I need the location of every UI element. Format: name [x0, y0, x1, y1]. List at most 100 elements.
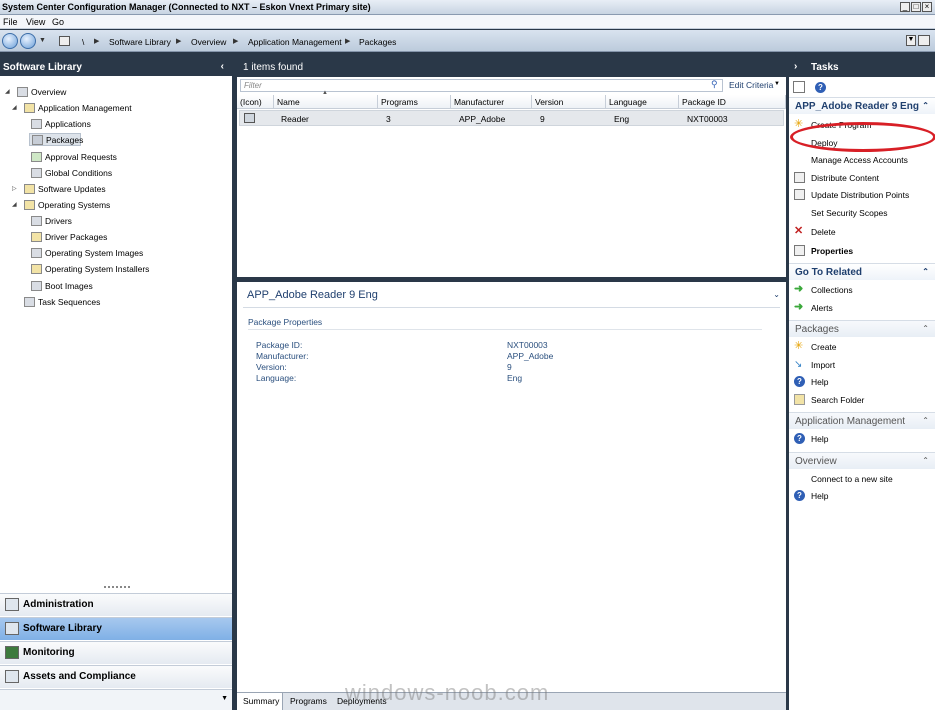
tab-summary[interactable]: Summary	[237, 693, 283, 710]
history-dropdown-icon[interactable]: ▼	[39, 37, 46, 44]
table-row[interactable]: Reader 3 APP_Adobe 9 Eng NXT00003	[239, 110, 784, 126]
action-set-security-scopes[interactable]: Set Security Scopes	[811, 208, 888, 218]
monitoring-icon	[5, 646, 19, 659]
folder-icon	[24, 103, 35, 113]
section-packages[interactable]: Packages ⌃	[789, 320, 935, 337]
menu-file[interactable]: File	[3, 17, 18, 27]
action-collections[interactable]: Collections	[811, 285, 853, 295]
list-header: 1 items found	[237, 58, 786, 76]
filter-input[interactable]: Filter	[240, 79, 723, 92]
column-header-manufacturer[interactable]: Manufacturer	[451, 95, 532, 109]
update-dp-icon	[794, 189, 805, 200]
collapse-section-icon[interactable]: ⌃	[922, 416, 929, 425]
title-bar: System Center Configuration Manager (Con…	[0, 0, 935, 15]
tasks-pane: ? APP_Adobe Reader 9 Eng ⌃ ✳ Create Prog…	[789, 77, 935, 710]
action-search-folder[interactable]: Search Folder	[811, 395, 864, 405]
action-distribute-content[interactable]: Distribute Content	[811, 173, 879, 183]
breadcrumb-packages[interactable]: Packages	[359, 37, 396, 47]
workspace-assets-and-compliance[interactable]: Assets and Compliance	[0, 665, 232, 688]
collapse-section-icon[interactable]: ⌃	[922, 101, 929, 110]
section-go-to-related[interactable]: Go To Related ⌃	[789, 263, 935, 280]
prop-value-package-id: NXT00003	[507, 340, 548, 350]
expand-icon[interactable]: ◢	[12, 104, 17, 111]
breadcrumb-root[interactable]: \	[82, 37, 84, 47]
column-header-language[interactable]: Language	[606, 95, 679, 109]
application-icon	[31, 119, 42, 129]
action-connect-to-new-site[interactable]: Connect to a new site	[811, 474, 893, 484]
action-help[interactable]: Help	[811, 377, 828, 387]
action-delete[interactable]: Delete	[811, 227, 836, 237]
expand-tasks-icon[interactable]: ›	[794, 61, 797, 72]
section-overview[interactable]: Overview ⌃	[789, 452, 935, 469]
address-dropdown-icon[interactable]: ▼	[906, 35, 916, 46]
tab-programs[interactable]: Programs	[290, 696, 327, 706]
workspace-administration[interactable]: Administration	[0, 593, 232, 616]
help-icon[interactable]: ?	[815, 82, 826, 93]
collapse-section-icon[interactable]: ⌃	[922, 324, 929, 333]
prop-label-package-id: Package ID:	[256, 340, 303, 350]
action-import[interactable]: Import	[811, 360, 835, 370]
action-help[interactable]: Help	[811, 434, 828, 444]
navigation-pane-header: Software Library ‹	[0, 58, 232, 76]
column-header-version[interactable]: Version	[532, 95, 606, 109]
close-button[interactable]: ×	[922, 2, 932, 12]
details-pane: APP_Adobe Reader 9 Eng ⌄ Package Propert…	[237, 282, 786, 692]
distribute-content-icon	[794, 172, 805, 183]
edit-criteria-button[interactable]: Edit Criteria	[729, 80, 773, 90]
pane-resize-grip[interactable]	[104, 586, 130, 590]
prop-label-version: Version:	[256, 362, 287, 372]
action-create[interactable]: Create	[811, 342, 837, 352]
edit-criteria-dropdown-icon[interactable]: ▼	[774, 81, 780, 87]
search-folder-icon	[794, 394, 805, 405]
collapse-pane-icon[interactable]: ‹	[221, 61, 224, 72]
action-alerts[interactable]: Alerts	[811, 303, 833, 313]
highlight-ellipse	[790, 122, 935, 152]
task-list-icon[interactable]	[793, 81, 805, 93]
os-image-icon	[31, 248, 42, 258]
section-title: APP_Adobe Reader 9 Eng	[795, 101, 919, 112]
workspace-label: Administration	[23, 599, 94, 610]
column-header-icon[interactable]: (Icon)	[237, 95, 274, 109]
forward-button[interactable]	[20, 33, 36, 49]
column-header-package-id[interactable]: Package ID	[679, 95, 786, 109]
section-application-management[interactable]: Application Management ⌃	[789, 412, 935, 429]
cell-version: 9	[540, 114, 545, 124]
menu-go[interactable]: Go	[52, 17, 64, 27]
console-root-icon	[59, 36, 70, 46]
collapse-section-icon[interactable]: ⌃	[922, 456, 929, 465]
column-header-name[interactable]: Name	[274, 95, 378, 109]
workspace-monitoring[interactable]: Monitoring	[0, 641, 232, 664]
collapsed-icon[interactable]: ▷	[12, 185, 17, 192]
action-properties[interactable]: Properties	[811, 246, 853, 256]
expand-icon[interactable]: ◢	[12, 201, 17, 208]
breadcrumb-separator-icon: ▶	[176, 38, 182, 45]
menu-view[interactable]: View	[26, 17, 45, 27]
breadcrumb-overview[interactable]: Overview	[191, 37, 226, 47]
prop-label-manufacturer: Manufacturer:	[256, 351, 309, 361]
workspace-software-library[interactable]: Software Library	[0, 617, 232, 640]
column-header-programs[interactable]: Programs	[378, 95, 451, 109]
back-button[interactable]	[2, 33, 18, 49]
breadcrumb-separator-icon: ▶	[233, 38, 239, 45]
maximize-button[interactable]: □	[911, 2, 921, 12]
delete-icon: ✕	[794, 225, 804, 237]
collapse-section-icon[interactable]: ⌃	[922, 267, 929, 276]
package-icon	[32, 135, 43, 145]
breadcrumb-software-library[interactable]: Software Library	[109, 37, 171, 47]
software-library-icon	[5, 622, 19, 635]
minimize-button[interactable]: _	[900, 2, 910, 12]
breadcrumb-application-management[interactable]: Application Management	[248, 37, 342, 47]
action-help[interactable]: Help	[811, 491, 828, 501]
administration-icon	[5, 598, 19, 611]
section-selected-object[interactable]: APP_Adobe Reader 9 Eng ⌃	[789, 97, 935, 114]
expand-icon[interactable]: ◢	[5, 88, 10, 95]
divider	[243, 307, 780, 308]
collapse-details-icon[interactable]: ⌄	[773, 290, 780, 299]
refresh-icon[interactable]	[918, 35, 930, 46]
tree-item-packages[interactable]: Packages	[29, 133, 83, 146]
action-update-distribution-points[interactable]: Update Distribution Points	[811, 190, 909, 200]
search-icon[interactable]: ⚲	[711, 79, 718, 90]
arrow-right-icon: ➜	[794, 301, 804, 313]
overflow-chevron-icon[interactable]: ▼	[221, 695, 228, 702]
action-manage-access-accounts[interactable]: Manage Access Accounts	[811, 155, 908, 165]
